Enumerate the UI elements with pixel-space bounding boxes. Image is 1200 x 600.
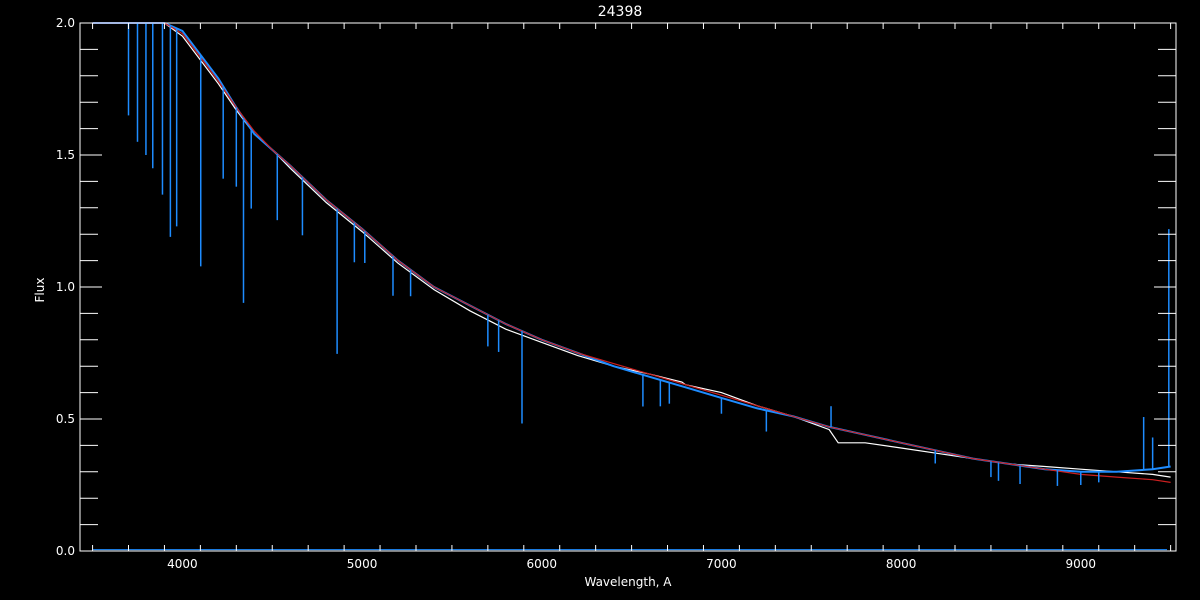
x-tick-label: 9000 bbox=[1066, 557, 1097, 571]
chart-background bbox=[0, 0, 1200, 600]
x-tick-label: 6000 bbox=[526, 557, 557, 571]
x-axis-label: Wavelength, A bbox=[584, 575, 672, 589]
x-tick-label: 8000 bbox=[886, 557, 917, 571]
y-tick-label: 0.5 bbox=[56, 412, 75, 426]
x-tick-label: 7000 bbox=[706, 557, 737, 571]
spectrum-chart: 24398 4000 5000 6000 7000 8000 9000 0.0 0.5 1.0 1… bbox=[0, 0, 1200, 600]
x-tick-label: 4000 bbox=[167, 557, 198, 571]
y-tick-label: 1.0 bbox=[56, 280, 75, 294]
y-tick-label: 2.0 bbox=[56, 16, 75, 30]
chart-title: 24398 bbox=[598, 4, 643, 20]
y-tick-label: 0.0 bbox=[56, 544, 75, 558]
y-tick-label: 1.5 bbox=[56, 148, 75, 162]
y-axis-label: Flux bbox=[33, 278, 47, 303]
x-tick-label: 5000 bbox=[347, 557, 378, 571]
